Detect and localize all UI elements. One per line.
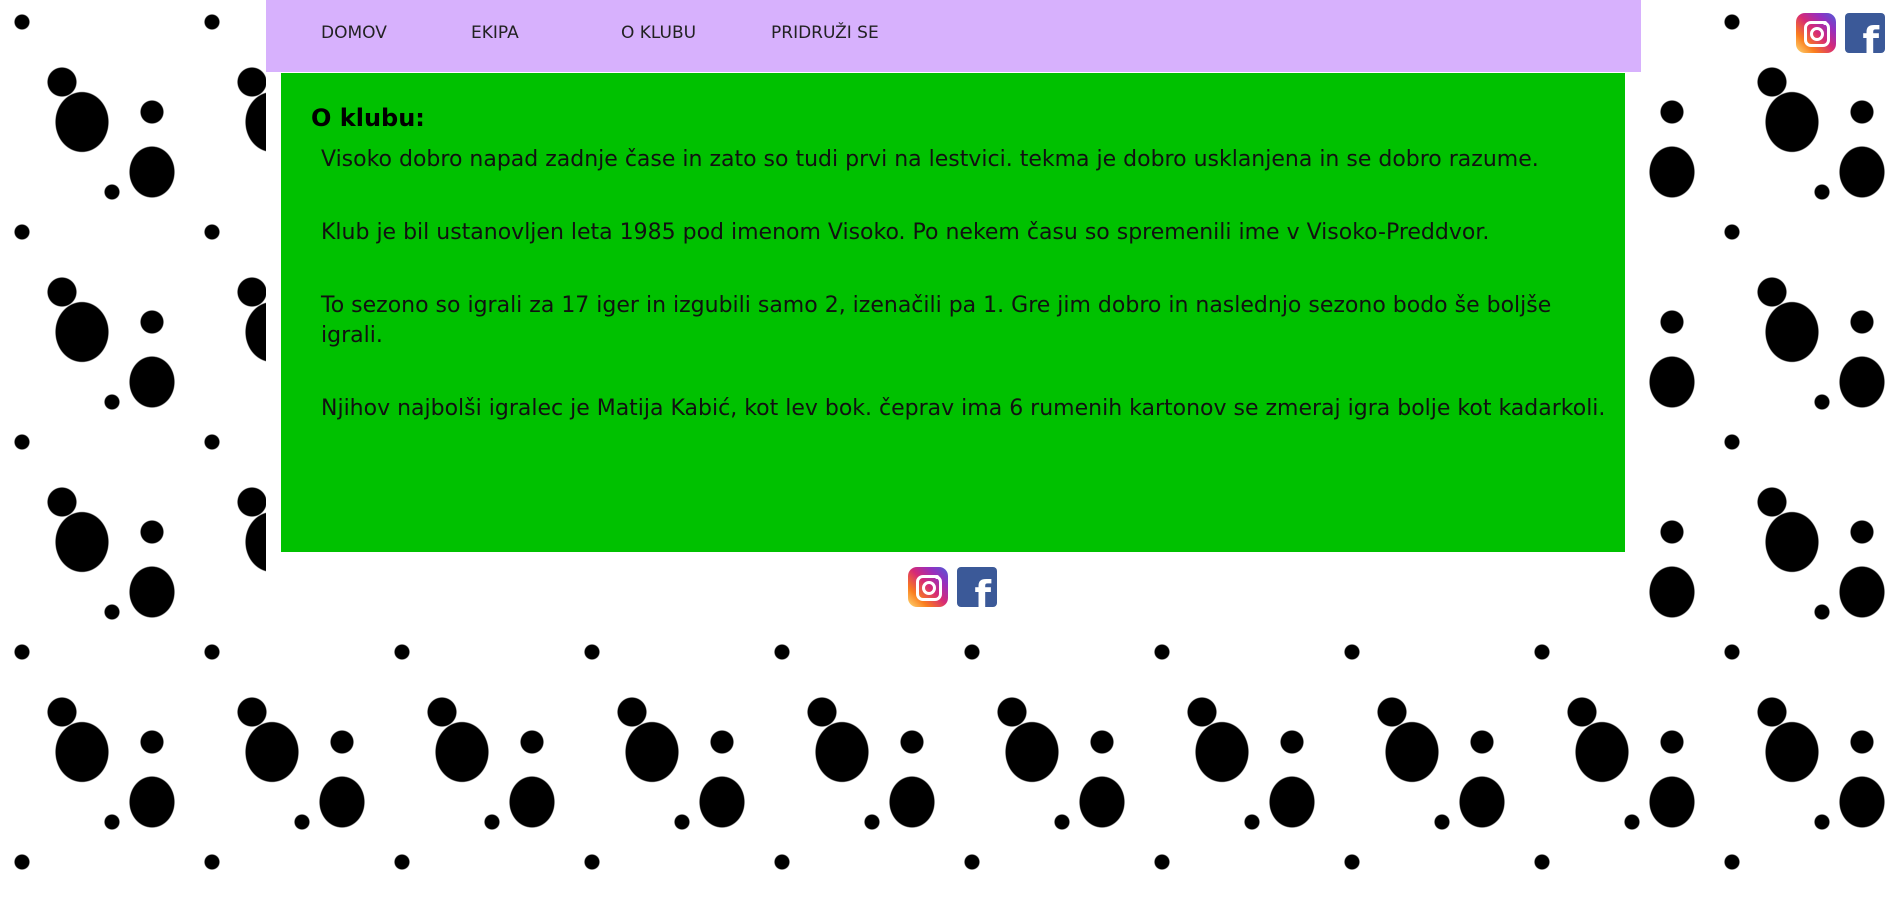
nav-home-link[interactable]: DOMOV: [321, 21, 387, 45]
facebook-icon[interactable]: f: [957, 567, 997, 607]
footer-social-links: f: [908, 567, 997, 607]
instagram-dot: [1823, 21, 1827, 25]
instagram-icon[interactable]: [1796, 13, 1836, 53]
facebook-icon[interactable]: f: [1845, 13, 1885, 53]
about-paragraph-3: To sezono so igrali za 17 iger in izgubi…: [321, 293, 1552, 348]
nav-team-link[interactable]: EKIPA: [471, 21, 519, 45]
nav-join-link[interactable]: PRIDRUŽI SE: [771, 21, 879, 45]
about-paragraph-2: Klub je bil ustanovljen leta 1985 pod im…: [321, 220, 1490, 245]
nav-about-club-link[interactable]: O KLUBU: [621, 21, 696, 45]
page-title: O klubu:: [311, 104, 425, 132]
about-paragraph-1: Visoko dobro napad zadnje čase in zato s…: [321, 147, 1539, 172]
facebook-letter: f: [1862, 19, 1879, 53]
about-club-card: O klubu: Visoko dobro napad zadnje čase …: [281, 73, 1625, 552]
facebook-letter: f: [974, 573, 991, 607]
about-paragraphs: Visoko dobro napad zadnje čase in zato s…: [321, 145, 1606, 467]
instagram-dot: [935, 575, 939, 579]
instagram-icon[interactable]: [908, 567, 948, 607]
header-social-links: f: [1796, 13, 1885, 53]
top-navigation: DOMOV EKIPA O KLUBU PRIDRUŽI SE f: [266, 0, 1885, 72]
about-paragraph-4: Njihov najbolši igralec je Matija Kabić,…: [321, 396, 1606, 421]
